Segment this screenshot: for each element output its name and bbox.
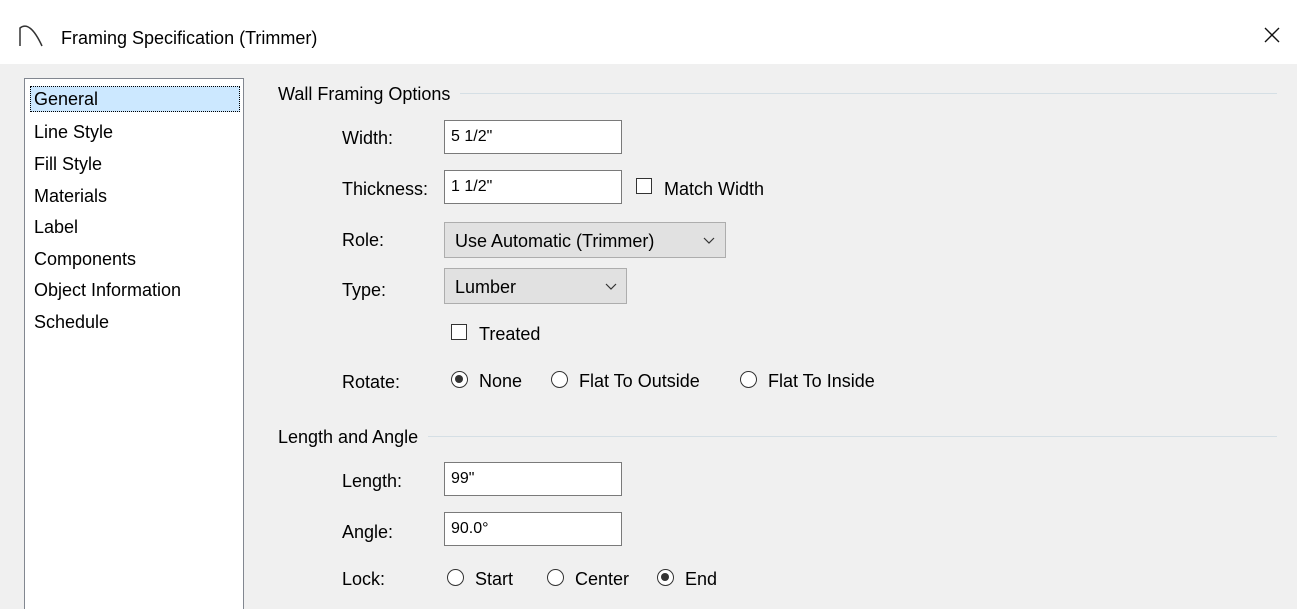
thickness-label: Thickness: [342, 179, 429, 199]
chevron-down-icon [605, 283, 617, 290]
type-select[interactable]: Lumber [444, 268, 627, 304]
type-label: Type: [342, 280, 387, 300]
category-list: General Line Style Fill Style Materials … [24, 78, 244, 609]
length-input[interactable]: 99" [444, 462, 622, 496]
nav-item-general[interactable]: General [30, 86, 240, 112]
lock-center-radio[interactable] [547, 569, 564, 586]
match-width-checkbox[interactable] [636, 178, 652, 194]
length-angle-group-title: Length and Angle [278, 427, 429, 448]
close-icon [1264, 27, 1280, 43]
wall-framing-group-title: Wall Framing Options [278, 84, 461, 105]
nav-item-materials[interactable]: Materials [30, 183, 111, 209]
window-title: Framing Specification (Trimmer) [61, 28, 318, 48]
lock-center-label[interactable]: Center [575, 569, 629, 590]
nav-item-line-style[interactable]: Line Style [30, 119, 117, 145]
nav-item-label[interactable]: Label [30, 214, 82, 240]
role-label: Role: [342, 230, 385, 250]
treated-checkbox[interactable] [451, 324, 467, 340]
title-bar: Framing Specification (Trimmer) [0, 0, 1297, 64]
lock-label: Lock: [342, 569, 386, 589]
lock-end-radio[interactable] [657, 569, 674, 586]
arch-app-icon [19, 25, 43, 47]
chevron-down-icon [703, 237, 715, 244]
lock-end-label[interactable]: End [685, 569, 717, 590]
width-input[interactable]: 5 1/2" [444, 120, 622, 154]
dialog-window: Framing Specification (Trimmer) General … [0, 0, 1297, 609]
match-width-label[interactable]: Match Width [664, 179, 764, 200]
type-select-value: Lumber [455, 277, 517, 297]
rotate-none-radio[interactable] [451, 371, 468, 388]
width-label: Width: [342, 128, 394, 148]
lock-start-radio[interactable] [447, 569, 464, 586]
role-select-value: Use Automatic (Trimmer) [455, 231, 655, 251]
rotate-flat-to-inside-label[interactable]: Flat To Inside [768, 371, 875, 392]
treated-label[interactable]: Treated [479, 324, 540, 345]
close-button[interactable] [1247, 10, 1297, 60]
lock-start-label[interactable]: Start [475, 569, 513, 590]
rotate-none-label[interactable]: None [479, 371, 522, 392]
nav-item-schedule[interactable]: Schedule [30, 309, 113, 335]
angle-label: Angle: [342, 522, 394, 542]
angle-input[interactable]: 90.0° [444, 512, 622, 546]
rotate-flat-to-outside-label[interactable]: Flat To Outside [579, 371, 700, 392]
thickness-input[interactable]: 1 1/2" [444, 170, 622, 204]
role-select[interactable]: Use Automatic (Trimmer) [444, 222, 726, 258]
nav-item-object-information[interactable]: Object Information [30, 277, 185, 303]
rotate-flat-to-inside-radio[interactable] [740, 371, 757, 388]
rotate-flat-to-outside-radio[interactable] [551, 371, 568, 388]
rotate-label: Rotate: [342, 372, 401, 392]
nav-item-fill-style[interactable]: Fill Style [30, 151, 106, 177]
length-label: Length: [342, 471, 403, 491]
nav-item-components[interactable]: Components [30, 246, 140, 272]
